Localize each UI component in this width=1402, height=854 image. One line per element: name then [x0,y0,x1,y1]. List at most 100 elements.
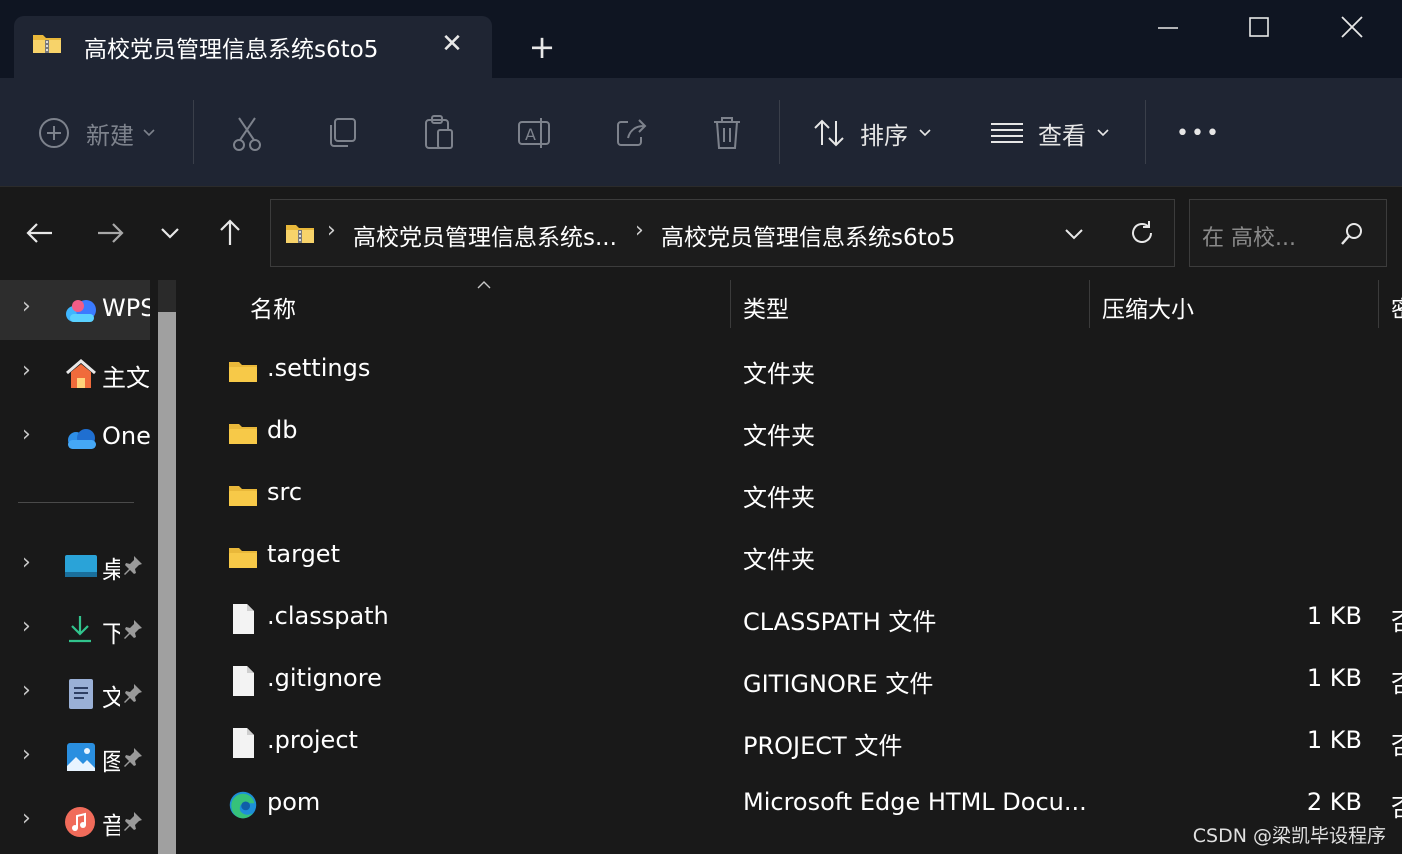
copy-icon[interactable] [326,116,360,150]
sidebar-item-label: 主文 [102,364,150,392]
file-name: .gitignore [267,664,382,692]
view-label: 查看 [1038,121,1086,150]
expand-chevron-icon[interactable]: › [22,422,31,447]
sidebar-scrollbar-thumb[interactable] [158,312,176,854]
new-button-label: 新建 [86,121,134,150]
sidebar-item-label: 桌 [102,556,120,584]
file-row[interactable]: .settings 文件夹 [186,340,1402,402]
search-icon[interactable] [1338,220,1366,248]
minimize-button[interactable] [1144,8,1190,48]
expand-chevron-icon[interactable]: › [22,614,31,639]
breadcrumb-separator[interactable]: › [635,218,644,243]
sidebar-item-music[interactable]: › 音 [0,792,150,852]
expand-chevron-icon[interactable]: › [22,550,31,575]
sidebar-item-downloads[interactable]: › 下 [0,600,150,660]
address-dropdown-icon[interactable] [1061,222,1087,246]
list-view-icon [991,123,1023,143]
new-tab-button[interactable]: + [527,30,557,64]
file-type: PROJECT 文件 [743,732,903,760]
sort-button[interactable]: 排序 [812,108,932,158]
back-arrow-icon[interactable] [20,213,60,253]
forward-arrow-icon[interactable] [90,213,130,253]
zip-folder-icon [33,35,61,53]
sort-label: 排序 [860,121,908,150]
new-button[interactable]: 新建 [38,108,156,158]
downloads-icon [69,616,91,643]
folder-icon [229,548,257,568]
pin-icon [124,556,142,575]
breadcrumb-item[interactable]: 高校党员管理信息系统s... [353,218,617,252]
expand-chevron-icon[interactable]: › [22,806,31,831]
sidebar-item-onedrive[interactable]: › One [0,408,150,468]
file-name: .classpath [267,602,389,630]
file-name: src [267,478,303,506]
music-icon [65,807,95,837]
expand-chevron-icon[interactable]: › [22,678,31,703]
chevron-down-icon [919,129,931,137]
recent-locations-chevron-icon[interactable] [150,213,190,253]
paste-icon[interactable] [422,114,456,152]
cut-icon[interactable] [230,114,264,152]
sort-ascending-icon [477,281,491,289]
share-icon[interactable] [614,114,650,150]
sidebar-item-documents[interactable]: › 文 [0,664,150,724]
up-arrow-icon[interactable] [210,213,250,253]
file-name: .project [267,726,358,754]
home-icon [66,359,96,388]
breadcrumb-separator[interactable]: › [327,218,336,243]
file-size: 1 KB [1306,602,1362,630]
watermark-text: CSDN @梁凯毕设程序 [1192,825,1386,847]
file-row[interactable]: .classpath CLASSPATH 文件 1 KB 否 [186,588,1402,650]
file-icon [233,666,254,696]
column-header-password[interactable]: 密 [1391,290,1402,324]
file-list: 名称 类型 压缩大小 密 .settings 文件夹 db 文件夹 src 文件… [186,280,1402,854]
window-tab[interactable]: 高校党员管理信息系统s6to5 ✕ [14,16,492,78]
pin-icon [124,812,142,831]
file-password: 否 [1391,602,1402,637]
search-box[interactable]: 在 高校... [1189,199,1387,267]
refresh-icon[interactable] [1127,218,1157,248]
delete-icon[interactable] [710,114,744,152]
column-header-type[interactable]: 类型 [743,290,789,324]
file-row[interactable]: src 文件夹 [186,464,1402,526]
sidebar-item-desktop[interactable]: › 桌 [0,536,150,596]
close-window-button[interactable] [1330,8,1376,48]
expand-chevron-icon[interactable]: › [22,358,31,383]
sidebar-item-home[interactable]: › 主文 [0,344,150,404]
wps-cloud-icon [66,300,96,322]
pin-icon [124,748,142,767]
tab-title: 高校党员管理信息系统s6to5 [84,37,379,63]
file-name: target [267,540,340,568]
navigation-pane: › WPS › 主文 › One › 桌 › 下 › 文 › 图 › 音 [0,280,176,854]
sidebar-item-pictures[interactable]: › 图 [0,728,150,788]
file-row[interactable]: .project PROJECT 文件 1 KB 否 [186,712,1402,774]
chevron-down-icon [1097,129,1109,137]
file-type: 文件夹 [743,422,815,450]
sidebar-item-wps[interactable]: › WPS [0,280,150,340]
file-name: db [267,416,298,444]
sidebar-item-label: 音 [102,812,120,840]
file-password: 否 [1391,788,1402,823]
plus-circle-icon [39,118,69,148]
more-options-button[interactable]: ••• [1176,108,1221,158]
view-button[interactable]: 查看 [990,108,1110,158]
expand-chevron-icon[interactable]: › [22,294,31,319]
maximize-button[interactable] [1236,8,1282,48]
onedrive-icon [68,429,96,449]
file-size: 1 KB [1306,664,1362,692]
expand-chevron-icon[interactable]: › [22,742,31,767]
search-placeholder[interactable]: 在 高校... [1202,220,1296,252]
file-type: 文件夹 [743,546,815,574]
column-header-name[interactable]: 名称 [250,290,296,324]
tab-close-button[interactable]: ✕ [438,30,466,58]
breadcrumb-item[interactable]: 高校党员管理信息系统s6to5 [661,218,955,252]
file-row[interactable]: db 文件夹 [186,402,1402,464]
file-password: 否 [1391,726,1402,761]
svg-text:A: A [525,125,536,144]
column-header-compressed-size[interactable]: 压缩大小 [1102,290,1194,324]
pin-icon [124,620,142,639]
file-row[interactable]: .gitignore GITIGNORE 文件 1 KB 否 [186,650,1402,712]
rename-icon[interactable]: A [516,114,554,152]
file-row[interactable]: target 文件夹 [186,526,1402,588]
address-bar[interactable]: › 高校党员管理信息系统s... › 高校党员管理信息系统s6to5 [270,199,1175,267]
